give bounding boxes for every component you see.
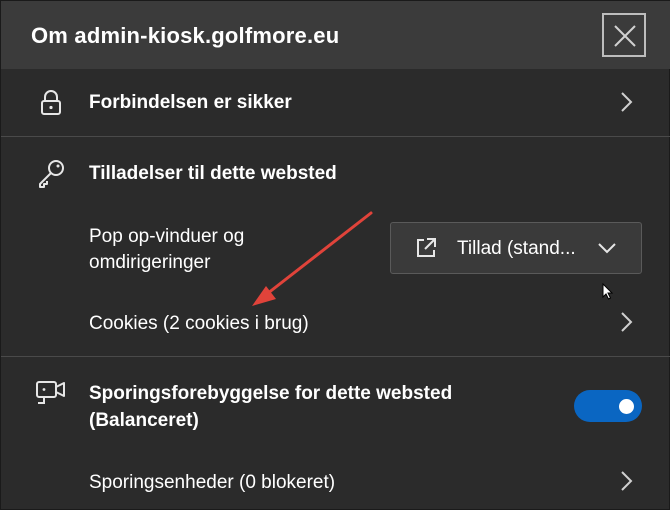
annotation-arrow-icon [252, 211, 373, 306]
site-info-panel: Om admin-kiosk.golfmore.eu Forbindelsen … [0, 0, 670, 510]
mouse-cursor-icon [602, 283, 614, 300]
